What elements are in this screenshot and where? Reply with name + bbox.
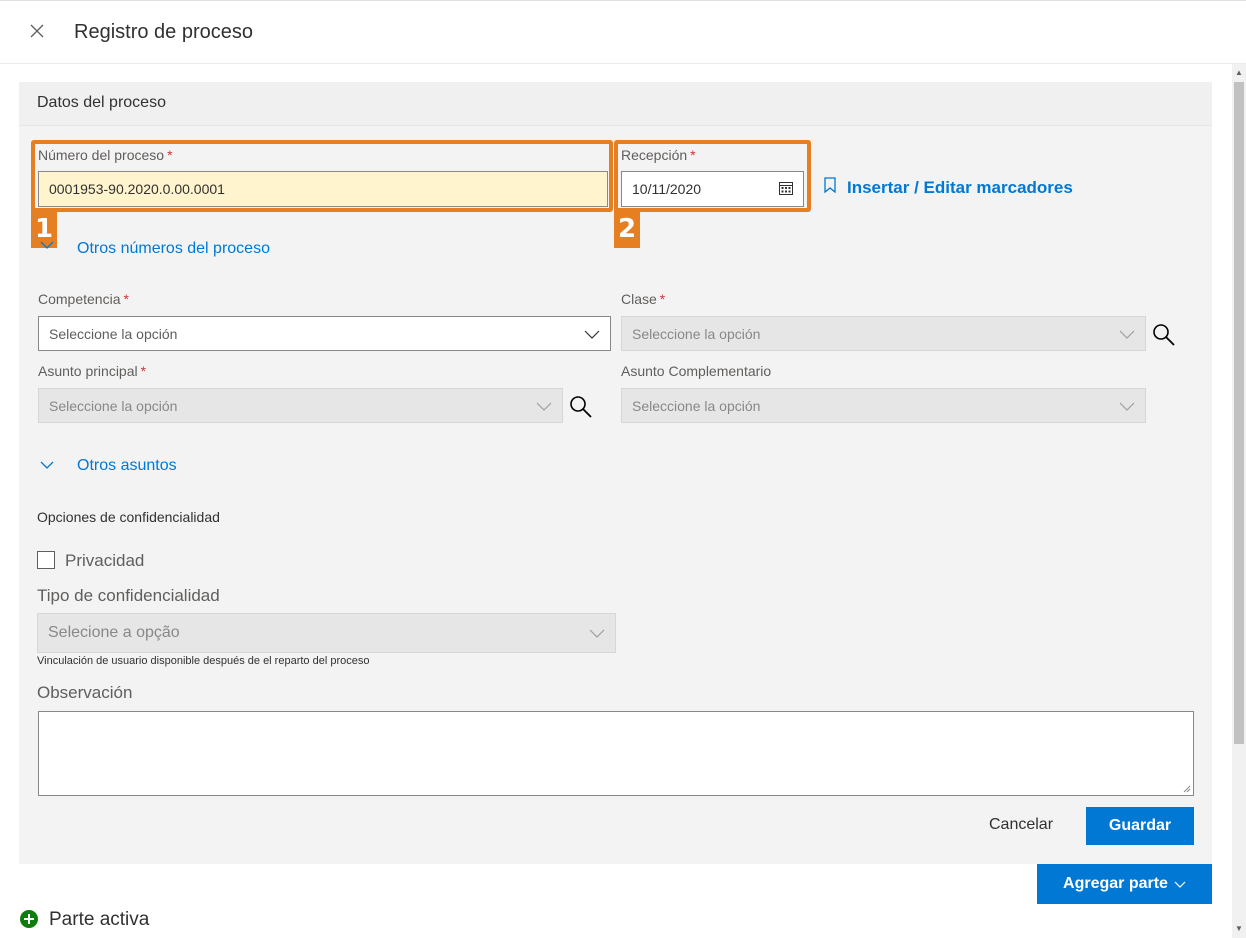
otros-numeros-link[interactable]: Otros números del proceso [77,240,270,258]
parte-activa-label: Parte activa [49,909,150,930]
chevron-down-icon [536,402,552,411]
competencia-placeholder: Seleccione la opción [49,325,178,342]
privacidad-checkbox[interactable] [37,551,55,569]
recepcion-date-input[interactable]: 10/11/2020 [621,171,804,207]
chevron-down-icon[interactable] [40,238,54,257]
chevron-down-icon [1119,330,1135,339]
asunto-principal-label: Asunto principal * [38,363,147,379]
asunto-complementario-placeholder: Seleccione la opción [632,397,761,414]
chevron-down-icon [1174,881,1186,888]
resize-handle-icon[interactable] [1183,785,1191,793]
recepcion-value: 10/11/2020 [632,181,702,197]
otros-asuntos-link[interactable]: Otros asuntos [77,457,177,475]
marcadores-link[interactable]: Insertar / Editar marcadores [823,177,1073,198]
page-title: Registro de proceso [74,21,253,43]
clase-label: Clase * [621,291,666,307]
plus-circle-icon[interactable] [19,909,39,934]
chevron-down-icon[interactable] [40,458,54,477]
search-icon[interactable] [569,395,593,424]
tipo-confidencialidad-label: Tipo de confidencialidad [37,586,220,605]
add-party-button[interactable]: Agregar parte [1037,864,1212,904]
badge-2: 2 [614,210,640,248]
asunto-principal-select: Seleccione la opción [38,388,563,423]
observacion-label: Observación [37,683,133,702]
privacidad-label: Privacidad [65,551,145,570]
tipo-confidencialidad-placeholder: Selecione a opção [48,624,180,641]
cancel-button[interactable]: Cancelar [989,816,1053,834]
clase-placeholder: Seleccione la opción [632,325,761,342]
confidencialidad-title: Opciones de confidencialidad [37,509,220,525]
asunto-complementario-label: Asunto Complementario [621,363,772,379]
section-title: Datos del proceso [37,94,166,111]
save-button[interactable]: Guardar [1086,807,1194,845]
chevron-down-icon [589,629,605,638]
marcadores-label: Insertar / Editar marcadores [847,177,1073,197]
confidencialidad-hint: Vinculación de usuario disponible despué… [37,655,370,667]
scrollbar-thumb[interactable] [1234,82,1244,744]
calendar-icon[interactable] [779,181,793,198]
observacion-textarea[interactable] [38,711,1194,796]
competencia-select[interactable]: Seleccione la opción [38,316,611,351]
numero-value: 0001953-90.2020.0.00.0001 [49,181,225,197]
recepcion-label: Recepción * [621,147,696,163]
chevron-down-icon [584,330,600,339]
section-header [19,82,1212,126]
clase-select: Seleccione la opción [621,316,1146,351]
asunto-principal-placeholder: Seleccione la opción [49,397,178,414]
close-icon[interactable] [26,20,48,42]
scroll-down-icon[interactable]: ▼ [1235,924,1243,933]
tipo-confidencialidad-select: Selecione a opção [37,613,616,653]
asunto-complementario-select: Seleccione la opción [621,388,1146,423]
add-party-label: Agregar parte [1063,875,1168,892]
numero-label: Número del proceso * [38,147,173,163]
search-icon[interactable] [1152,323,1176,352]
competencia-label: Competencia * [38,291,129,307]
scroll-up-icon[interactable]: ▲ [1235,68,1243,77]
bookmark-icon [823,177,837,198]
chevron-down-icon [1119,402,1135,411]
numero-input[interactable]: 0001953-90.2020.0.00.0001 [38,171,608,207]
